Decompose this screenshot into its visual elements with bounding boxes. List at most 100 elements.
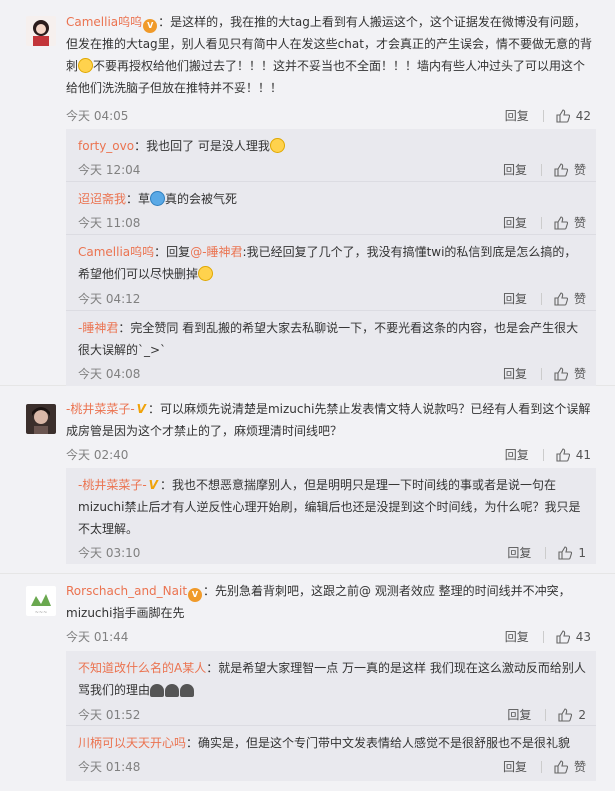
reply-list: -桃井菜菜子- V ：我也不想恶意揣摩别人，但是明明只是理一下时间线的事或者是说一句…	[66, 468, 596, 564]
reply-item: 川柄可以天天开心吗：确实是，但是这个专门带中文发表情给人感觉不是很舒服也不是很礼…	[66, 726, 596, 781]
like-label[interactable]: 赞	[574, 365, 586, 382]
mention-link[interactable]: @-睡神君	[190, 245, 242, 259]
username[interactable]: Camellia呜呜	[66, 15, 142, 29]
thumbs-up-icon[interactable]	[556, 447, 570, 462]
divider	[542, 109, 544, 122]
comment-text: Rorschach_and_Nait V ：先别急着背刺吧，这跟之前@ 观测者效应 …	[66, 584, 571, 620]
divider	[540, 292, 542, 305]
comment-item: -桃井菜菜子- V ：可以麻烦先说清楚是mizuchi先禁止发表情文特人说款吗？已经…	[0, 386, 615, 574]
reply-text: 迢迢斋我：草 真的会被气死	[78, 191, 238, 206]
reply-time: 今天 12:04	[78, 163, 141, 177]
reply-item: forty_ovo：我也回了 可是没人理我 今天 12:04 回复 赞	[66, 129, 596, 182]
reply-actions: 回复 赞	[503, 290, 586, 307]
comment-text: Camellia呜呜 V ：是这样的，我在推的大tag上看到有人搬运这个，这个证据发…	[66, 15, 592, 95]
like-count: 42	[575, 108, 591, 123]
divider	[540, 163, 542, 176]
ghost-emoji-icon	[180, 684, 195, 697]
svg-text:~~~: ~~~	[35, 610, 48, 616]
username[interactable]: 迢迢斋我	[78, 192, 126, 206]
like-label[interactable]: 赞	[574, 161, 586, 178]
reply-actions: 回复 赞	[503, 161, 586, 178]
reply-button[interactable]: 回复	[503, 214, 527, 231]
thumbs-up-icon[interactable]	[554, 291, 568, 306]
thumbs-up-icon[interactable]	[554, 162, 568, 177]
divider	[540, 216, 542, 229]
like-label[interactable]: 赞	[574, 758, 586, 775]
reply-button[interactable]: 回复	[503, 161, 527, 178]
reply-text: -桃井菜菜子- V ：我也不想恶意揣摩别人，但是明明只是理一下时间线的事或者是说一句…	[78, 474, 586, 540]
ghost-emoji-icon	[150, 684, 165, 697]
username[interactable]: 川柄可以天天开心吗	[78, 736, 186, 750]
username[interactable]: Rorschach_and_Nait	[66, 584, 187, 598]
reply-item: 迢迢斋我：草 真的会被气死 今天 11:08 回复 赞	[66, 182, 596, 235]
like-count: 41	[575, 447, 591, 462]
avatar[interactable]	[26, 404, 56, 434]
reply-item: -睡神君：完全赞同 看到乱搬的希望大家去私聊说一下，不要光看这条的内容，也是会产…	[66, 311, 596, 386]
comment-item: ~~~ Rorschach_and_Nait V ：先别急着背刺吧，这跟之前@ 观测…	[0, 574, 615, 791]
thumbs-up-icon[interactable]	[554, 215, 568, 230]
reply-actions: 回复 赞	[503, 365, 586, 382]
reply-button[interactable]: 回复	[503, 290, 527, 307]
like-count: 1	[578, 545, 586, 560]
reply-time: 今天 04:12	[78, 292, 141, 306]
thumbs-up-icon[interactable]	[558, 707, 573, 722]
reply-text: Camellia呜呜：回复@-睡神君:我已经回复了几个了，我没有搞懂twi的私信…	[78, 245, 577, 281]
avatar[interactable]	[26, 16, 56, 46]
like-label[interactable]: 赞	[574, 290, 586, 307]
username[interactable]: -睡神君	[78, 321, 118, 335]
like-label[interactable]: 赞	[574, 214, 586, 231]
verified-v-icon: V	[148, 478, 158, 492]
member-badge-icon: V	[143, 19, 158, 33]
reply-text: 不知道改什么名的A某人：就是希望大家理智一点 万一真的是这样 我们现在这么激动反…	[78, 661, 586, 697]
reply-button[interactable]: 回复	[507, 706, 531, 723]
username[interactable]: forty_ovo	[78, 139, 134, 153]
reply-button[interactable]: 回复	[503, 758, 527, 775]
reply-button[interactable]: 回复	[505, 107, 529, 124]
reply-item: -桃井菜菜子- V ：我也不想恶意揣摩别人，但是明明只是理一下时间线的事或者是说一句…	[66, 468, 596, 564]
reply-button[interactable]: 回复	[505, 446, 529, 463]
reply-item: Camellia呜呜：回复@-睡神君:我已经回复了几个了，我没有搞懂twi的私信…	[66, 235, 596, 311]
reply-button[interactable]: 回复	[507, 544, 531, 561]
reply-time: 今天 03:10	[78, 546, 141, 560]
reply-list: 不知道改什么名的A某人：就是希望大家理智一点 万一真的是这样 我们现在这么激动反…	[66, 651, 596, 781]
divider	[540, 760, 542, 773]
cat-emoji-icon	[150, 191, 166, 206]
thumbs-up-icon[interactable]	[554, 759, 568, 774]
username[interactable]: Camellia呜呜	[78, 245, 154, 259]
comment-time: 今天 04:05	[66, 109, 129, 123]
reply-actions: 回复 2	[507, 706, 586, 723]
reply-actions: 回复 赞	[503, 758, 586, 775]
crying-emoji-icon	[198, 266, 214, 281]
avatar[interactable]: ~~~	[26, 586, 56, 616]
reply-time: 今天 11:08	[78, 216, 141, 230]
divider	[540, 367, 542, 380]
comment-time: 今天 01:44	[66, 630, 129, 644]
thumbs-up-icon[interactable]	[556, 108, 570, 123]
thumbs-up-icon[interactable]	[554, 366, 568, 381]
username[interactable]: -桃井菜菜子-	[66, 402, 135, 416]
comment-list: Camellia呜呜 V ：是这样的，我在推的大tag上看到有人搬运这个，这个证据发…	[0, 0, 615, 791]
crying-emoji-icon	[78, 58, 94, 73]
thumbs-up-icon[interactable]	[558, 545, 573, 560]
reply-time: 今天 04:08	[78, 367, 141, 381]
reply-time: 今天 01:52	[78, 708, 141, 722]
reply-text: 川柄可以天天开心吗：确实是，但是这个专门带中文发表情给人感觉不是很舒服也不是很礼…	[78, 736, 571, 750]
like-count: 2	[578, 707, 586, 722]
ghost-emoji-icon	[165, 684, 180, 697]
divider	[542, 448, 544, 461]
reply-button[interactable]: 回复	[503, 365, 527, 382]
like-count: 43	[575, 629, 591, 644]
username[interactable]: -桃井菜菜子-	[78, 478, 147, 492]
reply-text: -睡神君：完全赞同 看到乱搬的希望大家去私聊说一下，不要光看这条的内容，也是会产…	[78, 321, 579, 357]
reply-time: 今天 01:48	[78, 760, 141, 774]
username[interactable]: 不知道改什么名的A某人	[78, 661, 206, 675]
comment-text: -桃井菜菜子- V ：可以麻烦先说清楚是mizuchi先禁止发表情文特人说款吗？已经…	[66, 398, 596, 442]
comment-actions: 回复 41	[505, 446, 591, 463]
reply-text: forty_ovo：我也回了 可是没人理我	[78, 135, 586, 157]
reply-item: 不知道改什么名的A某人：就是希望大家理智一点 万一真的是这样 我们现在这么激动反…	[66, 651, 596, 726]
divider	[542, 630, 544, 643]
reply-list: forty_ovo：我也回了 可是没人理我 今天 12:04 回复 赞 迢迢斋我…	[66, 129, 596, 386]
crying-emoji-icon	[269, 138, 285, 153]
reply-button[interactable]: 回复	[505, 628, 529, 645]
thumbs-up-icon[interactable]	[556, 629, 570, 644]
